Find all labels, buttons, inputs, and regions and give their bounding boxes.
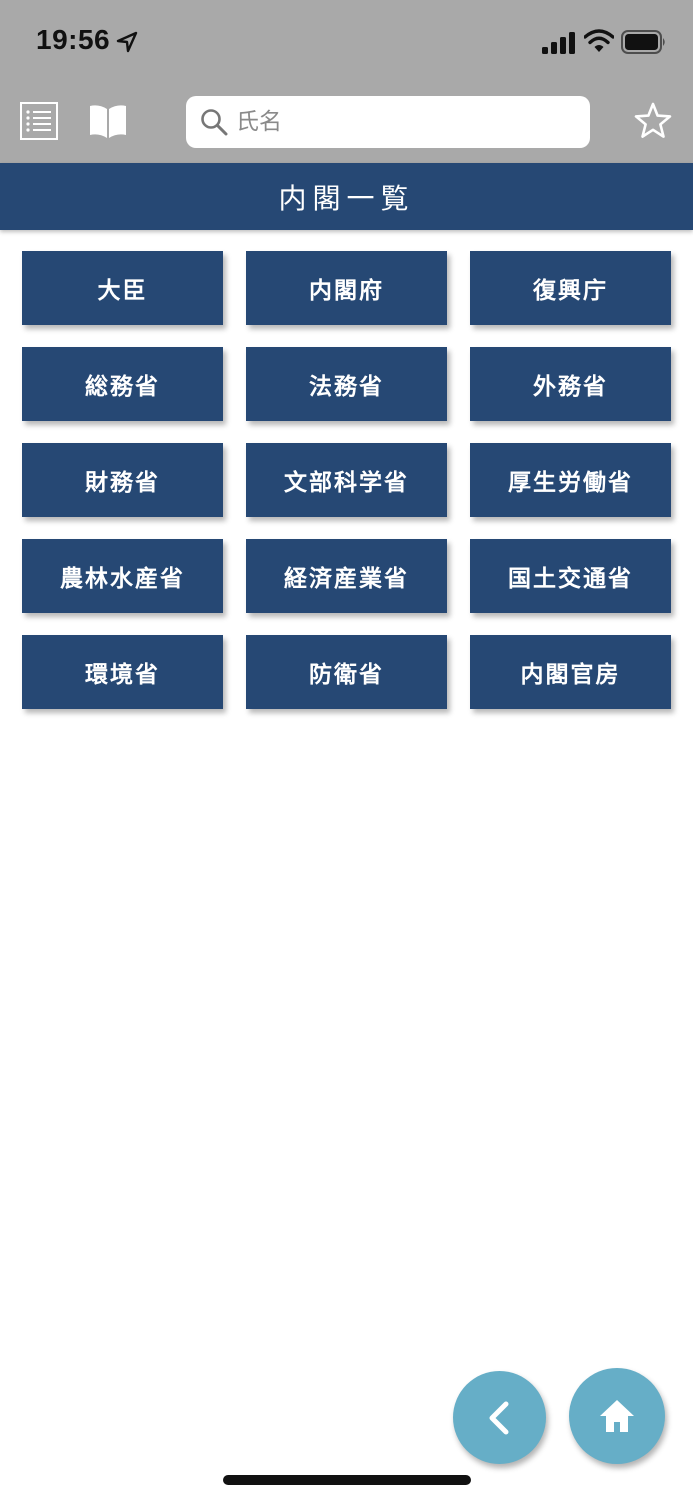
ministry-button-finance[interactable]: 財務省	[22, 443, 223, 517]
back-icon	[489, 1401, 508, 1434]
star-icon[interactable]	[633, 101, 673, 141]
signal-icon	[542, 32, 575, 54]
page-title: 内閣一覧	[278, 181, 415, 215]
ministry-button-agriculture[interactable]: 農林水産省	[22, 539, 223, 613]
ministry-button-cabinet-office[interactable]: 内閣府	[246, 251, 447, 325]
ministry-button-health-labour[interactable]: 厚生労働省	[470, 443, 671, 517]
ministry-button-reconstruction-agency[interactable]: 復興庁	[470, 251, 671, 325]
ministry-grid: 大臣 内閣府 復興庁 総務省 法務省 外務省 財務省 文部科学省 厚生労働省 農…	[22, 251, 671, 709]
top-bar: 19:56	[0, 0, 693, 163]
ministry-button-internal-affairs[interactable]: 総務省	[22, 347, 223, 421]
search-box[interactable]	[186, 96, 590, 148]
ministry-button-education[interactable]: 文部科学省	[246, 443, 447, 517]
location-arrow-icon	[116, 31, 138, 53]
search-icon	[201, 109, 228, 136]
battery-icon	[621, 30, 665, 54]
ministry-button-daijin[interactable]: 大臣	[22, 251, 223, 325]
ministry-button-land-transport[interactable]: 国土交通省	[470, 539, 671, 613]
home-icon	[600, 1400, 634, 1432]
book-icon[interactable]	[88, 102, 128, 140]
back-button[interactable]	[453, 1371, 546, 1464]
ministry-button-foreign-affairs[interactable]: 外務省	[470, 347, 671, 421]
ministry-button-environment[interactable]: 環境省	[22, 635, 223, 709]
title-bar: 内閣一覧	[0, 163, 693, 230]
ministry-button-defense[interactable]: 防衛省	[246, 635, 447, 709]
ministry-button-economy-trade[interactable]: 経済産業省	[246, 539, 447, 613]
list-icon[interactable]	[20, 102, 58, 140]
search-input[interactable]	[236, 102, 576, 142]
app-screen: 19:56 氏名 内閣一覧 大臣 内閣府 復興庁 総務省 法務省 外務省 財務省…	[0, 0, 693, 1500]
ministry-button-cabinet-secretariat[interactable]: 内閣官房	[470, 635, 671, 709]
wifi-icon	[584, 29, 614, 52]
home-button[interactable]	[569, 1368, 665, 1464]
status-time: 19:56	[36, 24, 111, 55]
home-indicator	[223, 1475, 471, 1485]
ministry-button-justice[interactable]: 法務省	[246, 347, 447, 421]
